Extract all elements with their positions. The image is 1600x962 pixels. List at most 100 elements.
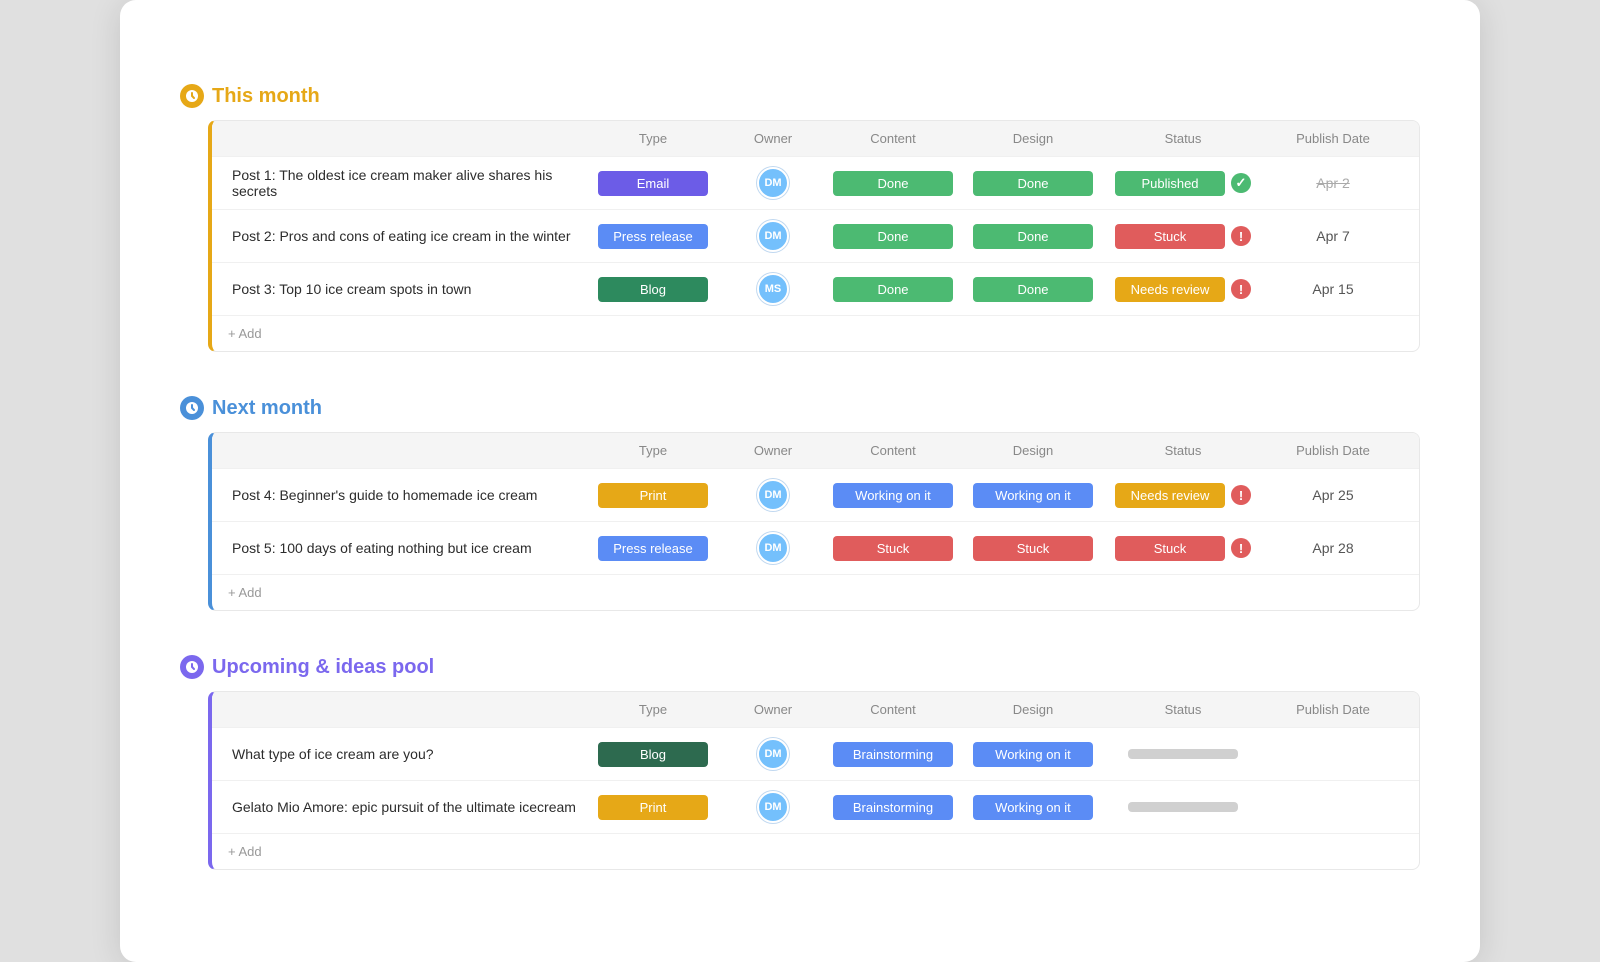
add-row-button[interactable]: + Add [212, 315, 1419, 351]
add-row-button[interactable]: + Add [212, 574, 1419, 610]
type-badge[interactable]: Print [598, 795, 708, 820]
type-badge[interactable]: Press release [598, 536, 708, 561]
type-cell: Press release [583, 224, 723, 249]
row-title[interactable]: Post 4: Beginner's guide to homemade ice… [228, 487, 583, 503]
avatar: DM [757, 479, 789, 511]
owner-cell: DM [723, 532, 823, 564]
status-badge[interactable]: Needs review [1115, 277, 1225, 302]
row-title[interactable]: Post 2: Pros and cons of eating ice crea… [228, 228, 583, 244]
type-badge[interactable]: Blog [598, 742, 708, 767]
col-header-1: Type [583, 131, 723, 146]
status-cell: Needs review! [1103, 483, 1263, 508]
publish-date-cell: Apr 15 [1263, 281, 1403, 297]
col-header-0 [228, 702, 583, 717]
status-check-icon: ✓ [1231, 173, 1251, 193]
col-header-6: Publish Date [1263, 702, 1403, 717]
avatar: MS [757, 273, 789, 305]
row-title[interactable]: Gelato Mio Amore: epic pursuit of the ul… [228, 799, 583, 815]
design-badge[interactable]: Done [973, 277, 1093, 302]
table-row: Post 4: Beginner's guide to homemade ice… [212, 468, 1419, 521]
design-cell: Done [963, 277, 1103, 302]
content-badge[interactable]: Brainstorming [833, 795, 953, 820]
type-cell: Print [583, 795, 723, 820]
publish-date: Apr 15 [1312, 281, 1353, 297]
row-title[interactable]: Post 3: Top 10 ice cream spots in town [228, 281, 583, 297]
table-row: Post 3: Top 10 ice cream spots in town Bl… [212, 262, 1419, 315]
table-header-next-month: TypeOwnerContentDesignStatusPublish Date [212, 433, 1419, 468]
section-icon-upcoming[interactable] [180, 655, 204, 679]
publish-date: Apr 7 [1316, 228, 1349, 244]
row-title[interactable]: What type of ice cream are you? [228, 746, 583, 762]
col-header-2: Owner [723, 702, 823, 717]
content-badge[interactable]: Done [833, 277, 953, 302]
table-this-month: TypeOwnerContentDesignStatusPublish Date… [208, 120, 1420, 352]
design-badge[interactable]: Working on it [973, 795, 1093, 820]
col-header-5: Status [1103, 443, 1263, 458]
design-badge[interactable]: Stuck [973, 536, 1093, 561]
add-row-button[interactable]: + Add [212, 833, 1419, 869]
content-badge[interactable]: Working on it [833, 483, 953, 508]
status-warn-icon: ! [1231, 279, 1251, 299]
content-badge[interactable]: Done [833, 224, 953, 249]
publish-date-cell: Apr 7 [1263, 228, 1403, 244]
publish-date: Apr 28 [1312, 540, 1353, 556]
type-badge[interactable]: Blog [598, 277, 708, 302]
col-header-2: Owner [723, 443, 823, 458]
section-upcoming: Upcoming & ideas poolTypeOwnerContentDes… [180, 655, 1420, 870]
table-row: Post 1: The oldest ice cream maker alive… [212, 156, 1419, 209]
col-header-1: Type [583, 702, 723, 717]
table-next-month: TypeOwnerContentDesignStatusPublish Date… [208, 432, 1420, 611]
design-cell: Done [963, 171, 1103, 196]
col-header-5: Status [1103, 702, 1263, 717]
type-cell: Blog [583, 277, 723, 302]
col-header-4: Design [963, 131, 1103, 146]
status-badge[interactable]: Published [1115, 171, 1225, 196]
type-badge[interactable]: Print [598, 483, 708, 508]
design-badge[interactable]: Done [973, 171, 1093, 196]
col-header-6: Publish Date [1263, 131, 1403, 146]
content-badge[interactable]: Done [833, 171, 953, 196]
section-this-month: This monthTypeOwnerContentDesignStatusPu… [180, 84, 1420, 352]
type-badge[interactable]: Press release [598, 224, 708, 249]
content-badge[interactable]: Brainstorming [833, 742, 953, 767]
table-row: Post 2: Pros and cons of eating ice crea… [212, 209, 1419, 262]
owner-cell: DM [723, 167, 823, 199]
design-cell: Done [963, 224, 1103, 249]
status-badge[interactable] [1128, 802, 1238, 812]
main-card: This monthTypeOwnerContentDesignStatusPu… [120, 0, 1480, 962]
design-cell: Working on it [963, 483, 1103, 508]
status-badge[interactable]: Stuck [1115, 224, 1225, 249]
col-header-3: Content [823, 131, 963, 146]
type-badge[interactable]: Email [598, 171, 708, 196]
status-badge[interactable] [1128, 749, 1238, 759]
content-cell: Brainstorming [823, 795, 963, 820]
status-warn-icon: ! [1231, 226, 1251, 246]
design-badge[interactable]: Working on it [973, 742, 1093, 767]
owner-cell: DM [723, 479, 823, 511]
section-icon-this-month[interactable] [180, 84, 204, 108]
col-header-3: Content [823, 702, 963, 717]
section-icon-next-month[interactable] [180, 396, 204, 420]
owner-cell: DM [723, 791, 823, 823]
row-title[interactable]: Post 5: 100 days of eating nothing but i… [228, 540, 583, 556]
publish-date-cell: Apr 28 [1263, 540, 1403, 556]
status-cell [1103, 802, 1263, 812]
section-header-upcoming: Upcoming & ideas pool [180, 655, 1420, 679]
col-header-0 [228, 131, 583, 146]
content-badge[interactable]: Stuck [833, 536, 953, 561]
content-cell: Brainstorming [823, 742, 963, 767]
type-cell: Email [583, 171, 723, 196]
avatar: DM [757, 791, 789, 823]
avatar: DM [757, 532, 789, 564]
status-badge[interactable]: Needs review [1115, 483, 1225, 508]
row-title[interactable]: Post 1: The oldest ice cream maker alive… [228, 167, 583, 199]
status-cell: Published ✓ [1103, 171, 1263, 196]
owner-cell: MS [723, 273, 823, 305]
content-cell: Done [823, 224, 963, 249]
status-badge[interactable]: Stuck [1115, 536, 1225, 561]
publish-date-cell: Apr 25 [1263, 487, 1403, 503]
design-badge[interactable]: Working on it [973, 483, 1093, 508]
table-row: Gelato Mio Amore: epic pursuit of the ul… [212, 780, 1419, 833]
avatar: DM [757, 220, 789, 252]
design-badge[interactable]: Done [973, 224, 1093, 249]
